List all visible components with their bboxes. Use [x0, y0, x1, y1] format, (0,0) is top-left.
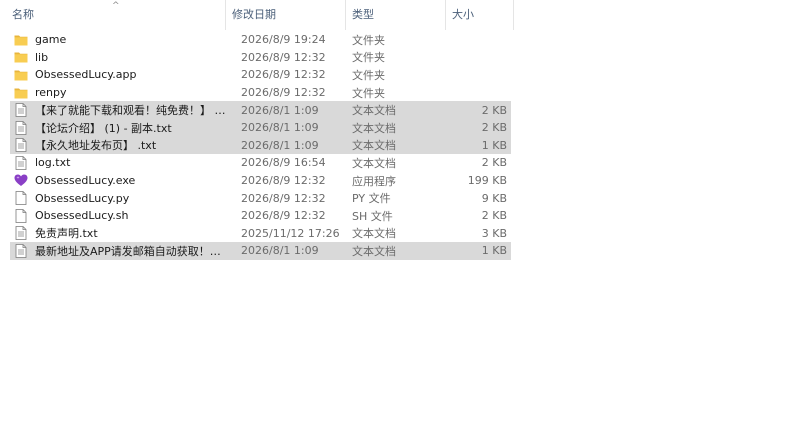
file-row[interactable]: renpy 2026/8/9 12:32 文件夹: [10, 84, 511, 102]
file-size: 9 KB: [481, 191, 507, 205]
sort-ascending-icon: ^: [112, 1, 120, 11]
file-name: 【论坛介绍】 (1) - 副本.txt: [35, 121, 172, 135]
file-list: game 2026/8/9 19:24 文件夹 lib 2026/8/9 12:32 文件…: [10, 31, 511, 260]
file-type: 文件夹: [352, 51, 385, 65]
file-name: renpy: [35, 86, 67, 100]
file-row[interactable]: 最新地址及APP请发邮箱自动获取！！！... 2026/8/1 1:09 文本文档 1…: [10, 242, 511, 260]
text-file-icon: [14, 156, 28, 170]
column-header-date-label: 修改日期: [232, 8, 276, 21]
folder-icon: [14, 33, 28, 47]
file-name: 免责声明.txt: [35, 227, 98, 241]
file-name: ObsessedLucy.exe: [35, 174, 136, 188]
column-header-size-label: 大小: [452, 8, 474, 21]
file-size: 2 KB: [481, 103, 507, 117]
file-modified-date: 2026/8/9 19:24: [241, 33, 326, 47]
blank-file-icon: [14, 191, 28, 206]
file-row[interactable]: ObsessedLucy.app 2026/8/9 12:32 文件夹: [10, 66, 511, 84]
file-modified-date: 2026/8/9 12:32: [241, 174, 326, 188]
file-modified-date: 2026/8/9 16:54: [241, 156, 326, 170]
column-header-name[interactable]: ^ 名称: [0, 0, 226, 30]
file-row[interactable]: 免责声明.txt 2025/11/12 17:26 文本文档 3 KB: [10, 225, 511, 243]
file-name: 最新地址及APP请发邮箱自动获取！！！...: [35, 244, 229, 258]
column-header-type-label: 类型: [352, 8, 374, 21]
file-modified-date: 2026/8/9 12:32: [241, 86, 326, 100]
file-row[interactable]: 【论坛介绍】 (1) - 副本.txt 2026/8/1 1:09 文本文档 2 KB: [10, 118, 511, 137]
file-modified-date: 2026/8/9 12:32: [241, 209, 326, 223]
file-row[interactable]: lib 2026/8/9 12:32 文件夹: [10, 49, 511, 67]
file-name: ObsessedLucy.app: [35, 68, 137, 82]
column-header-size[interactable]: 大小: [446, 0, 514, 30]
file-size: 2 KB: [481, 156, 507, 170]
folder-icon: [14, 50, 28, 64]
file-type: 应用程序: [352, 174, 396, 188]
file-row[interactable]: ObsessedLucy.exe 2026/8/9 12:32 应用程序 199 KB: [10, 172, 511, 190]
file-name: 【来了就能下载和观看！纯免费！】 - 副...: [35, 104, 229, 118]
file-name: ObsessedLucy.py: [35, 191, 130, 205]
text-file-icon: [14, 226, 28, 241]
file-type: 文件夹: [352, 33, 385, 47]
file-name: 【永久地址发布页】 .txt: [35, 139, 157, 153]
file-explorer-list-view: ^ 名称 修改日期 类型 大小 game 2026/8/9 19:24 文件夹 lib…: [0, 0, 800, 430]
file-modified-date: 2026/8/9 12:32: [241, 68, 326, 82]
file-type: 文本文档: [352, 121, 396, 135]
file-modified-date: 2026/8/1 1:09: [241, 244, 319, 258]
file-size: 1 KB: [481, 138, 507, 152]
file-size: 2 KB: [481, 209, 507, 223]
file-modified-date: 2026/8/1 1:09: [241, 103, 319, 117]
file-type: PY 文件: [352, 192, 391, 206]
file-type: 文件夹: [352, 68, 385, 82]
text-file-icon: [14, 103, 28, 118]
blank-file-icon: [14, 208, 28, 223]
column-header-type[interactable]: 类型: [346, 0, 446, 30]
file-row[interactable]: game 2026/8/9 19:24 文件夹: [10, 31, 511, 49]
file-type: 文本文档: [352, 156, 396, 170]
file-row[interactable]: log.txt 2026/8/9 16:54 文本文档 2 KB: [10, 154, 511, 172]
file-modified-date: 2026/8/9 12:32: [241, 191, 326, 205]
file-size: 2 KB: [481, 121, 507, 135]
file-row[interactable]: ObsessedLucy.py 2026/8/9 12:32 PY 文件 9 KB: [10, 189, 511, 207]
column-header-date[interactable]: 修改日期: [226, 0, 346, 30]
file-row[interactable]: ObsessedLucy.sh 2026/8/9 12:32 SH 文件 2 KB: [10, 207, 511, 225]
text-file-icon: [14, 244, 28, 258]
file-type: 文本文档: [352, 244, 396, 258]
file-modified-date: 2026/8/1 1:09: [241, 121, 319, 135]
file-size: 199 KB: [467, 174, 507, 188]
file-row[interactable]: 【来了就能下载和观看！纯免费！】 - 副... 2026/8/1 1:09 文本文档…: [10, 101, 511, 119]
column-header-name-label: 名称: [12, 8, 34, 21]
file-size: 1 KB: [481, 244, 507, 258]
file-modified-date: 2025/11/12 17:26: [241, 226, 340, 240]
text-file-icon: [14, 138, 28, 153]
heart-app-icon: [14, 174, 28, 188]
file-row[interactable]: 【永久地址发布页】 .txt 2026/8/1 1:09 文本文档 1 KB: [10, 136, 511, 155]
file-name: log.txt: [35, 156, 71, 170]
file-type: 文本文档: [352, 227, 396, 241]
file-type: 文本文档: [352, 104, 396, 118]
file-type: 文件夹: [352, 86, 385, 100]
folder-icon: [14, 68, 28, 82]
file-name: lib: [35, 50, 49, 64]
folder-icon: [14, 86, 28, 100]
file-name: game: [35, 33, 67, 47]
file-type: 文本文档: [352, 139, 396, 153]
file-name: ObsessedLucy.sh: [35, 209, 129, 223]
file-modified-date: 2026/8/9 12:32: [241, 50, 326, 64]
file-modified-date: 2026/8/1 1:09: [241, 138, 319, 152]
column-header-bar: ^ 名称 修改日期 类型 大小: [0, 0, 514, 30]
file-size: 3 KB: [481, 226, 507, 240]
text-file-icon: [14, 120, 28, 135]
file-type: SH 文件: [352, 209, 393, 223]
